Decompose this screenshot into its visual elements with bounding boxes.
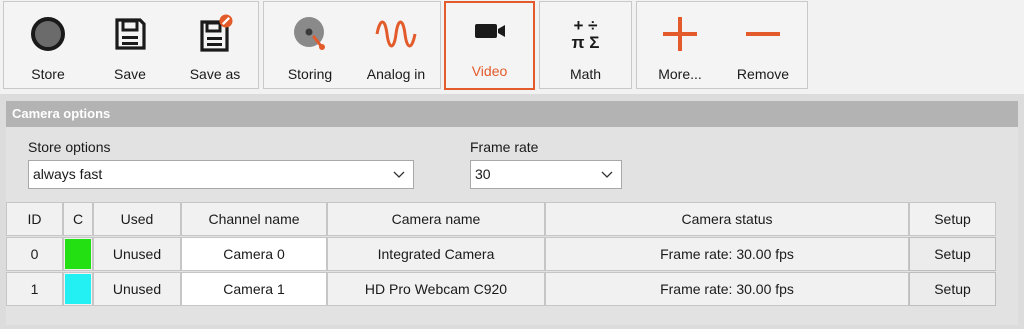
save-as-button[interactable]: Save as (176, 4, 254, 90)
remove-button[interactable]: Remove (723, 4, 803, 90)
video-camera-icon (446, 11, 533, 51)
header-id: ID (6, 202, 63, 236)
store-options-value: always fast (33, 166, 103, 182)
record-icon (10, 14, 86, 54)
input-group: Storing Analog in (263, 1, 441, 89)
header-color: C (63, 202, 93, 236)
remove-label: Remove (736, 66, 790, 82)
row-1-color-swatch (65, 274, 91, 304)
chevron-down-icon (393, 171, 405, 178)
math-group: + ÷ π Σ Math (539, 1, 632, 89)
storing-label: Storing (287, 66, 333, 82)
video-button[interactable]: Video (444, 1, 535, 90)
header-setup: Setup (909, 202, 996, 236)
analog-in-label: Analog in (366, 66, 426, 82)
math-button[interactable]: + ÷ π Σ Math (540, 4, 631, 90)
store-button[interactable]: Store (10, 4, 86, 90)
waveform-icon (356, 14, 436, 54)
camera-options-panel: Camera options Store options always fast… (6, 101, 1018, 325)
header-channel-name: Channel name (181, 202, 327, 236)
minus-icon (723, 14, 803, 54)
storing-button[interactable]: Storing (270, 4, 350, 90)
row-1-channel-name[interactable]: Camera 1 (181, 272, 327, 306)
row-1-camera-name[interactable]: HD Pro Webcam C920 (327, 272, 545, 306)
file-group: Store Save Save as (3, 1, 259, 89)
plus-icon (641, 14, 719, 54)
frame-rate-value: 30 (475, 166, 491, 182)
row-0-channel-name[interactable]: Camera 0 (181, 237, 327, 271)
video-label: Video (471, 63, 508, 79)
row-0-camera-name[interactable]: Integrated Camera (327, 237, 545, 271)
save-as-label: Save as (189, 66, 241, 82)
frame-rate-label: Frame rate (470, 139, 539, 155)
row-1-color-cell[interactable] (63, 272, 93, 306)
frame-rate-select[interactable]: 30 (470, 160, 622, 189)
more-label: More... (658, 66, 702, 82)
row-1-setup-button[interactable]: Setup (909, 272, 996, 306)
chevron-down-icon (601, 171, 613, 178)
row-1-used[interactable]: Unused (93, 272, 181, 306)
store-label: Store (31, 66, 65, 82)
row-0-used[interactable]: Unused (93, 237, 181, 271)
store-options-select[interactable]: always fast (28, 160, 414, 189)
row-0-color-swatch (65, 239, 91, 269)
math-symbols-icon: + ÷ π Σ (540, 14, 631, 54)
analog-in-button[interactable]: Analog in (356, 4, 436, 90)
row-1-id: 1 (6, 272, 63, 306)
header-used: Used (93, 202, 181, 236)
math-label: Math (569, 66, 602, 82)
math-symbols-top: + ÷ (573, 16, 598, 35)
row-1-camera-status: Frame rate: 30.00 fps (545, 272, 909, 306)
header-camera-name: Camera name (327, 202, 545, 236)
channel-group: More... Remove (636, 1, 808, 89)
row-0-id: 0 (6, 237, 63, 271)
row-0-camera-status: Frame rate: 30.00 fps (545, 237, 909, 271)
save-label: Save (114, 66, 146, 82)
save-button[interactable]: Save (92, 4, 168, 90)
store-options-label: Store options (28, 139, 111, 155)
toolbar: Store Save Save as Storing Analog in Vid… (0, 0, 1024, 94)
more-button[interactable]: More... (641, 4, 719, 90)
row-0-color-cell[interactable] (63, 237, 93, 271)
disc-icon (270, 14, 350, 54)
math-symbols-bottom: π Σ (571, 33, 600, 52)
panel-title: Camera options (6, 101, 1018, 127)
floppy-edit-icon (176, 14, 254, 54)
header-camera-status: Camera status (545, 202, 909, 236)
floppy-icon (92, 14, 168, 54)
row-0-setup-button[interactable]: Setup (909, 237, 996, 271)
